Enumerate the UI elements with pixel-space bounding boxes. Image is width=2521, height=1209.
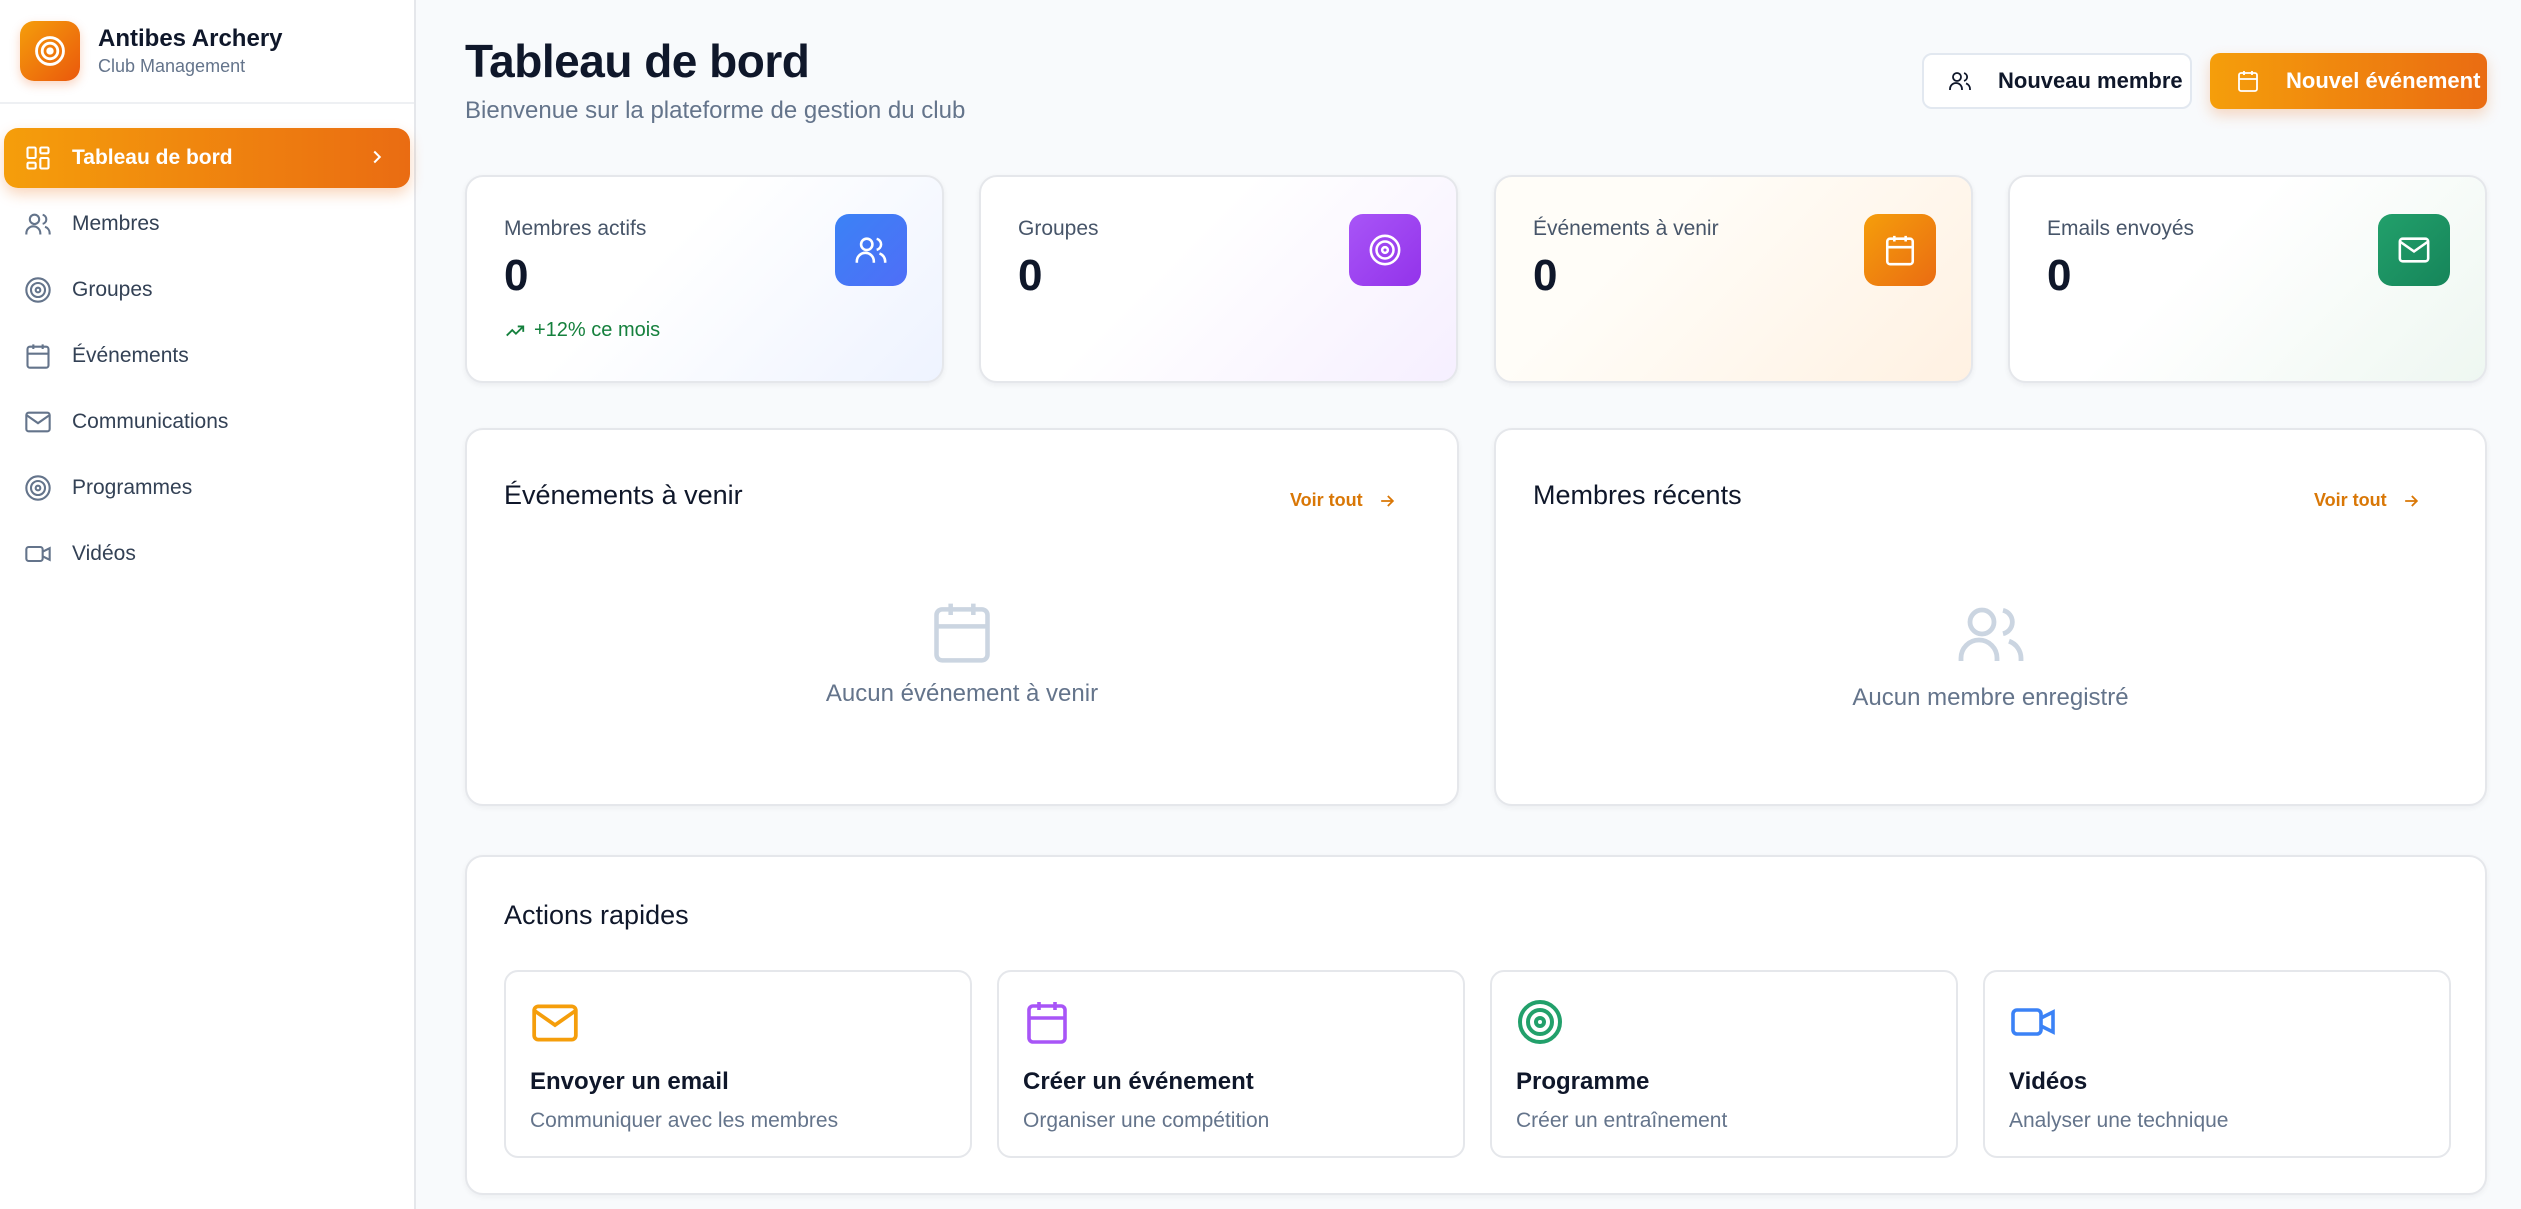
sidebar-item-label: Tableau de bord: [72, 146, 233, 169]
panel-title: Membres récents: [1533, 480, 1742, 510]
see-all-label: Voir tout: [2314, 490, 2387, 510]
quick-actions-panel: Actions rapides Envoyer un email Communi…: [465, 855, 2487, 1195]
empty-state-text: Aucun membre enregistré: [1852, 684, 2129, 711]
sidebar-item-label: Vidéos: [72, 542, 136, 565]
new-event-button[interactable]: Nouvel événement: [2210, 53, 2487, 109]
new-member-button[interactable]: Nouveau membre: [1922, 53, 2192, 109]
users-icon: [22, 208, 54, 240]
stat-card-upcoming-events: Événements à venir 0: [1494, 175, 1973, 383]
arrow-right-icon: [1380, 494, 1394, 507]
calendar-icon: [2236, 69, 2260, 93]
calendar-icon: [22, 340, 54, 372]
page-subtitle: Bienvenue sur la plateforme de gestion d…: [465, 97, 966, 124]
quick-action-title: Vidéos: [2009, 1068, 2088, 1095]
sidebar-item-label: Événements: [72, 344, 189, 367]
sidebar-item-label: Communications: [72, 410, 229, 433]
stat-card-emails-sent: Emails envoyés 0: [2008, 175, 2487, 383]
quick-action-send-email[interactable]: Envoyer un email Communiquer avec les me…: [504, 970, 972, 1158]
calendar-icon: [1864, 214, 1936, 286]
quick-action-title: Créer un événement: [1023, 1068, 1254, 1095]
quick-action-desc: Créer un entraînement: [1516, 1109, 1728, 1132]
stat-label: Emails envoyés: [2047, 217, 2195, 240]
quick-action-program[interactable]: Programme Créer un entraînement: [1490, 970, 1958, 1158]
target-icon: [22, 472, 54, 504]
new-member-label: Nouveau membre: [1998, 68, 2183, 93]
brand: Antibes Archery Club Management: [0, 0, 414, 104]
sidebar-item-videos[interactable]: Vidéos: [4, 524, 410, 584]
target-logo-icon: [20, 21, 80, 81]
stat-value: 0: [1018, 251, 1043, 300]
panel-title: Événements à venir: [504, 480, 743, 510]
recent-members-panel: Membres récents Voir tout Aucun membre e…: [1494, 428, 2487, 806]
users-icon: [835, 214, 907, 286]
sidebar-item-dashboard[interactable]: Tableau de bord: [4, 128, 410, 188]
brand-title: Antibes Archery: [98, 25, 283, 52]
sidebar: Antibes Archery Club Management Tableau …: [0, 0, 416, 1209]
stat-card-active-members: Membres actifs 0 +12% ce mois: [465, 175, 944, 383]
target-icon: [1516, 998, 1564, 1046]
dashboard-icon: [22, 142, 54, 174]
video-icon: [2009, 998, 2057, 1046]
stat-label: Membres actifs: [504, 217, 647, 240]
stat-trend: +12% ce mois: [504, 319, 660, 342]
sidebar-item-groups[interactable]: Groupes: [4, 260, 410, 320]
empty-state: Aucun membre enregistré: [1496, 598, 2485, 712]
stat-value: 0: [2047, 251, 2072, 300]
sidebar-item-label: Membres: [72, 212, 160, 235]
empty-state-text: Aucun événement à venir: [825, 680, 1099, 707]
quick-action-videos[interactable]: Vidéos Analyser une technique: [1983, 970, 2451, 1158]
quick-action-desc: Organiser une compétition: [1023, 1109, 1270, 1132]
target-icon: [22, 274, 54, 306]
users-icon: [1948, 69, 1972, 93]
target-icon: [1349, 214, 1421, 286]
quick-action-desc: Analyser une technique: [2009, 1109, 2229, 1132]
sidebar-item-communications[interactable]: Communications: [4, 392, 410, 452]
panel-title: Actions rapides: [504, 900, 689, 930]
quick-action-title: Programme: [1516, 1068, 1650, 1095]
upcoming-events-panel: Événements à venir Voir tout Aucun événe…: [465, 428, 1459, 806]
new-event-label: Nouvel événement: [2286, 68, 2481, 93]
see-all-label: Voir tout: [1290, 490, 1363, 510]
brand-subtitle: Club Management: [98, 56, 246, 76]
sidebar-item-label: Programmes: [72, 476, 193, 499]
video-icon: [22, 538, 54, 570]
sidebar-item-events[interactable]: Événements: [4, 326, 410, 386]
calendar-icon: [467, 598, 1457, 666]
sidebar-item-label: Groupes: [72, 278, 153, 301]
stat-card-groups: Groupes 0: [979, 175, 1458, 383]
stat-trend-text: +12% ce mois: [534, 319, 661, 341]
mail-icon: [530, 998, 580, 1048]
sidebar-item-programs[interactable]: Programmes: [4, 458, 410, 518]
see-all-members-link[interactable]: Voir tout: [2314, 490, 2421, 511]
stat-value: 0: [504, 251, 529, 300]
mail-icon: [22, 406, 54, 438]
arrow-right-icon: [2404, 494, 2418, 507]
quick-action-create-event[interactable]: Créer un événement Organiser une compéti…: [997, 970, 1465, 1158]
sidebar-item-members[interactable]: Membres: [4, 194, 410, 254]
mail-icon: [2378, 214, 2450, 286]
empty-state: Aucun événement à venir: [467, 598, 1457, 708]
chevron-right-icon: [366, 146, 388, 174]
stat-label: Groupes: [1018, 217, 1099, 240]
see-all-events-link[interactable]: Voir tout: [1290, 490, 1397, 511]
trending-up-icon: [506, 325, 525, 336]
page-title: Tableau de bord: [465, 35, 810, 87]
sidebar-nav: Tableau de bord Membres Groupes Événemen…: [0, 104, 414, 584]
quick-action-desc: Communiquer avec les membres: [530, 1109, 839, 1132]
stat-label: Événements à venir: [1533, 217, 1719, 240]
calendar-icon: [1023, 998, 1071, 1046]
stat-value: 0: [1533, 251, 1558, 300]
users-icon: [1496, 598, 2485, 670]
quick-action-title: Envoyer un email: [530, 1068, 729, 1095]
